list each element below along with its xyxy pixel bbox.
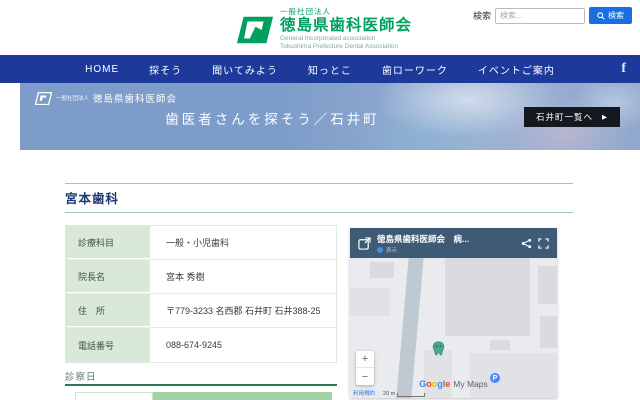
share-icon[interactable] — [521, 238, 532, 249]
table-row: 電話番号 088-674-9245 — [66, 328, 336, 362]
nav-item-kiitemiyou[interactable]: 聞いてみよう — [212, 62, 278, 77]
map-building — [470, 353, 557, 398]
view-larger-map-icon[interactable] — [358, 236, 371, 250]
search-input[interactable] — [495, 7, 585, 24]
google-my-maps-embed: 徳島県歯科医師会 病... 表示 P + − Google My Maps 利用… — [350, 228, 557, 398]
row-value: 宮本 秀樹 — [152, 260, 336, 293]
hero-org-name: 徳島県歯科医師会 — [93, 94, 178, 105]
map-header: 徳島県歯科医師会 病... 表示 — [350, 228, 557, 258]
map-road — [394, 258, 425, 398]
facebook-icon[interactable]: f — [621, 55, 626, 83]
terms-link[interactable]: 利用規約 — [353, 389, 375, 397]
row-value: 〒779-3233 名西郡 石井町 石井388-25 — [152, 294, 336, 327]
row-label: 電話番号 — [66, 328, 152, 362]
org-name-en-2: Tokushima Prefecture Dental Association — [280, 42, 399, 50]
town-list-button[interactable]: 石井町一覧へ ▶ — [523, 107, 620, 127]
hero-page-title: 歯医者さんを探そう／石井町 — [165, 112, 380, 127]
map-badge-row: 表示 — [377, 246, 515, 254]
schedule-cell-header — [153, 392, 332, 400]
nav-item-events[interactable]: イベントご案内 — [478, 62, 555, 77]
row-value: 088-674-9245 — [152, 328, 336, 362]
table-row: 住 所 〒779-3233 名西郡 石井町 石井388-25 — [66, 294, 336, 328]
map-building — [370, 262, 394, 278]
row-label: 診療科目 — [66, 226, 152, 259]
row-label: 住 所 — [66, 294, 152, 327]
watermark-text: My Maps — [453, 379, 488, 389]
map-scale-label: 20 m — [383, 391, 396, 397]
search-label: 検索 — [472, 11, 491, 21]
logo-text: 一般社団法人 徳島県歯科医師会 General incorporated ass… — [280, 6, 412, 51]
table-row: 診療科目 一般・小児歯科 — [66, 226, 336, 260]
search-icon — [597, 11, 605, 20]
nav-item-shittoko[interactable]: 知っとこ — [308, 62, 352, 77]
map-title-block: 徳島県歯科医師会 病... 表示 — [377, 233, 515, 254]
divider-bottom — [65, 212, 573, 213]
map-views-label: 表示 — [386, 247, 398, 254]
row-label: 院長名 — [66, 260, 152, 293]
clinic-info-table: 診療科目 一般・小児歯科 院長名 宮本 秀樹 住 所 〒779-3233 名西郡… — [65, 225, 337, 363]
clinic-name-heading: 宮本歯科 — [65, 192, 120, 206]
fullscreen-icon[interactable] — [538, 237, 549, 249]
map-attribution: 利用規約 20 m — [353, 389, 426, 397]
schedule-underline — [65, 384, 337, 386]
map-scale: 20 m — [383, 391, 426, 397]
site-logo[interactable]: 一般社団法人 徳島県歯科医師会 General incorporated ass… — [236, 6, 412, 51]
map-building — [445, 258, 530, 336]
schedule-cell-empty — [75, 392, 153, 400]
org-name-en-1: General incorporated association — [280, 34, 376, 42]
table-row: 院長名 宮本 秀樹 — [66, 260, 336, 294]
hero-logo-icon — [35, 91, 52, 105]
hero-banner: 一般社団法人 徳島県歯科医師会 歯医者さんを探そう／石井町 石井町一覧へ ▶ — [20, 83, 640, 150]
schedule-heading: 診察日 — [65, 372, 97, 383]
map-building — [490, 340, 510, 350]
top-header: 一般社団法人 徳島県歯科医師会 General incorporated ass… — [0, 0, 640, 55]
nav-item-hallowork[interactable]: 歯ローワーク — [382, 62, 448, 77]
divider-top — [65, 183, 573, 184]
main-nav: HOME 探そう 聞いてみよう 知っとこ 歯ローワーク イベントご案内 — [0, 55, 640, 83]
zoom-in-button[interactable]: + — [356, 351, 374, 368]
map-canvas[interactable]: P + − Google My Maps 利用規約 20 m — [350, 258, 557, 398]
nav-item-home[interactable]: HOME — [85, 64, 119, 75]
tooth-marker-icon[interactable] — [432, 341, 445, 356]
nav-item-sagasou[interactable]: 探そう — [149, 62, 182, 77]
watermark-letter: e — [445, 379, 451, 389]
schedule-table-partial — [75, 392, 332, 400]
hero-org-logo: 一般社団法人 徳島県歯科医師会 — [35, 91, 177, 105]
hero-org-type: 一般社団法人 — [56, 96, 90, 102]
search-button-label: 検索 — [608, 11, 624, 20]
search-button[interactable]: 検索 — [589, 7, 632, 24]
google-my-maps-watermark: Google My Maps — [350, 379, 557, 389]
row-value: 一般・小児歯科 — [152, 226, 336, 259]
page: 一般社団法人 徳島県歯科医師会 General incorporated ass… — [0, 0, 640, 400]
arrow-right-icon: ▶ — [602, 114, 608, 121]
map-building — [540, 316, 557, 348]
map-building — [424, 350, 452, 398]
dental-association-logo-icon — [236, 16, 274, 44]
search-bar: 検索 検索 — [473, 7, 632, 24]
map-title: 徳島県歯科医師会 病... — [377, 233, 470, 244]
map-author-avatar — [377, 246, 383, 253]
map-building — [350, 288, 390, 316]
map-scale-bar — [397, 393, 426, 397]
org-type-label: 一般社団法人 — [280, 7, 331, 16]
org-name: 徳島県歯科医師会 — [280, 17, 413, 34]
map-building — [538, 266, 557, 304]
town-list-button-label: 石井町一覧へ — [535, 112, 593, 122]
